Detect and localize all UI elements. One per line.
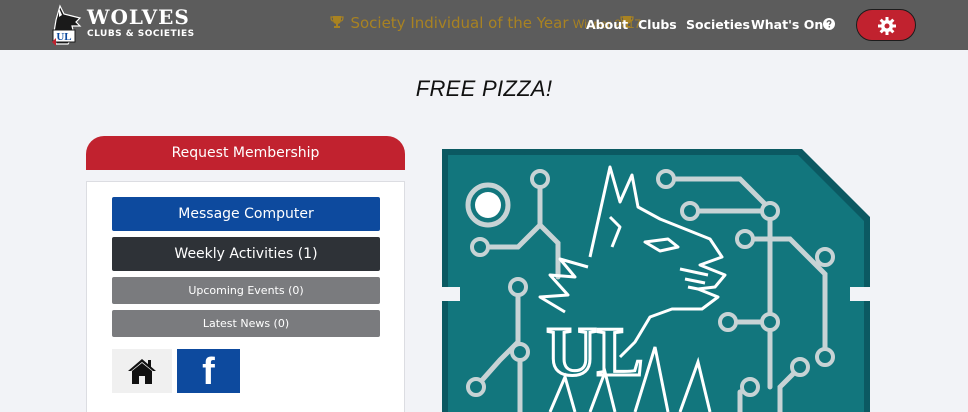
wolves-logo-link[interactable]: UL WOLVES CLUBS & SOCIETIES: [50, 4, 210, 46]
question-circle-icon[interactable]: [823, 18, 835, 30]
award-title: Society Individual of the Year: [350, 14, 569, 32]
facebook-icon: f: [202, 351, 215, 393]
nav-societies-link[interactable]: Societies: [686, 17, 750, 32]
logo-subtitle: CLUBS & SOCIETIES: [87, 29, 195, 39]
club-logo-image: UL: [440, 149, 872, 412]
facebook-link-button[interactable]: f: [177, 349, 240, 393]
home-link-button[interactable]: [112, 349, 172, 393]
latest-news-button[interactable]: Latest News (0): [112, 310, 380, 337]
settings-button[interactable]: [856, 9, 916, 41]
trophy-icon: [330, 16, 344, 28]
nav-clubs-link[interactable]: Clubs: [638, 17, 677, 32]
club-actions-panel: Message Computer Weekly Activities (1) U…: [86, 181, 405, 412]
nav-whats-on-link[interactable]: What's On: [751, 17, 823, 32]
svg-text:UL: UL: [546, 314, 643, 391]
home-icon: [128, 359, 156, 384]
logo-title: WOLVES: [87, 5, 190, 29]
upcoming-events-button[interactable]: Upcoming Events (0): [112, 277, 380, 304]
nav-about-link[interactable]: About: [586, 17, 628, 32]
weekly-activities-button[interactable]: Weekly Activities (1): [112, 237, 380, 271]
gear-icon: [878, 17, 896, 35]
svg-text:UL: UL: [56, 31, 71, 43]
message-computer-button[interactable]: Message Computer: [112, 197, 380, 231]
top-navbar: UL WOLVES CLUBS & SOCIETIES Society Indi…: [0, 0, 968, 50]
page-headline: FREE PIZZA!: [415, 76, 553, 101]
request-membership-button[interactable]: Request Membership: [86, 136, 405, 170]
wolf-logo-icon: UL: [52, 4, 82, 46]
